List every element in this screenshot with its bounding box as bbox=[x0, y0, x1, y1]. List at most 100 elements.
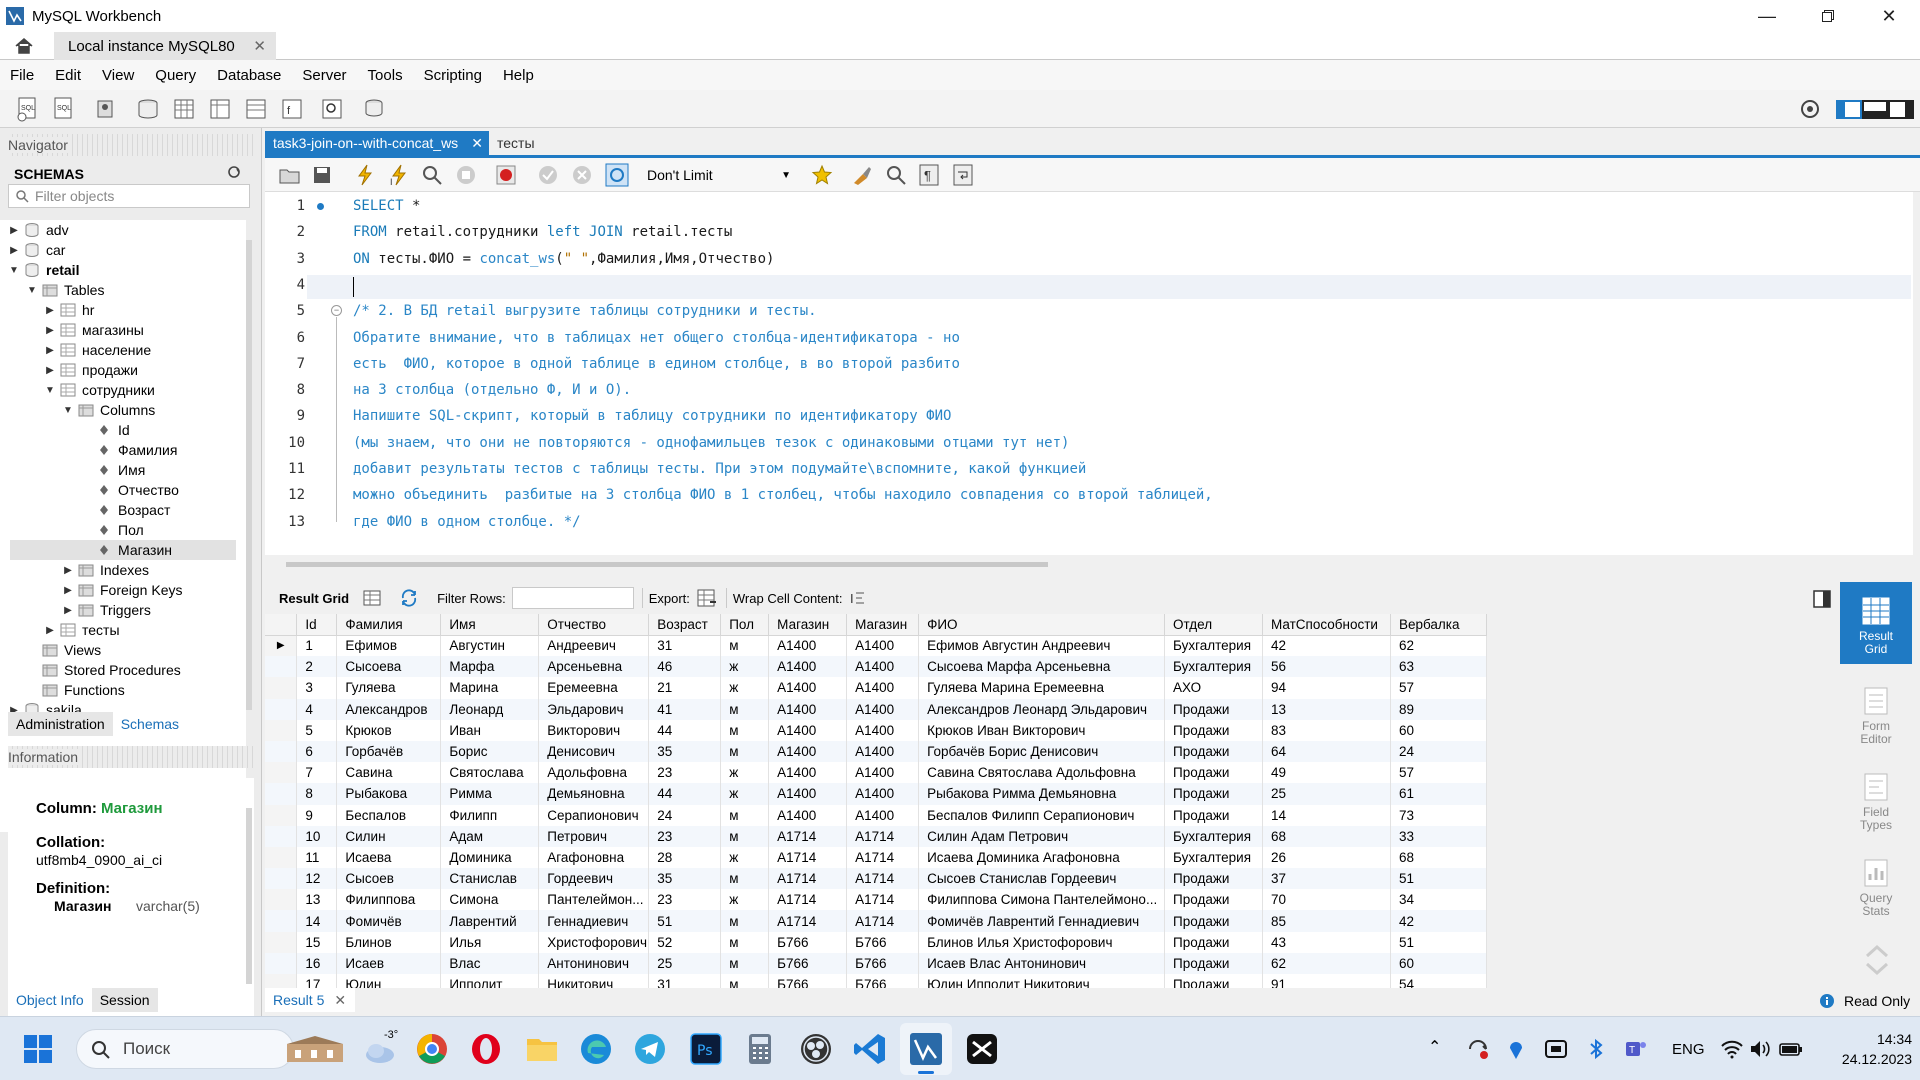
table-cell[interactable]: 6 bbox=[296, 740, 338, 763]
execute-current-icon[interactable]: I bbox=[389, 164, 409, 186]
commit-icon[interactable] bbox=[537, 164, 559, 186]
table-cell[interactable]: 34 bbox=[1390, 889, 1487, 911]
taskbar-search-box[interactable]: Поиск bbox=[76, 1029, 343, 1069]
table-cell[interactable]: Б766 bbox=[846, 931, 920, 953]
table-cell[interactable]: Продажи bbox=[1164, 740, 1264, 763]
toggle-result-panel-icon[interactable] bbox=[1813, 590, 1831, 608]
table-cell[interactable]: 54 bbox=[1390, 974, 1487, 988]
table-cell[interactable]: Беспалов Филипп Серапионович bbox=[918, 804, 1166, 826]
filter-objects-input[interactable]: Filter objects bbox=[8, 184, 250, 208]
collapsed-arrow-icon[interactable]: ▶ bbox=[44, 325, 56, 336]
table-cell[interactable]: 21 bbox=[648, 677, 722, 699]
show-hidden-icons-chevron[interactable]: ⌃ bbox=[1428, 1037, 1441, 1057]
table-cell[interactable]: ж bbox=[720, 677, 770, 699]
new-sql-tab-button[interactable]: SQL bbox=[14, 95, 42, 123]
row-header-cell[interactable] bbox=[265, 910, 298, 932]
tree-node-table[interactable]: ▶ население bbox=[44, 340, 151, 360]
table-cell[interactable]: A1400 bbox=[768, 698, 848, 720]
table-cell[interactable]: Сысоева bbox=[336, 656, 442, 678]
row-header-cell[interactable] bbox=[265, 931, 298, 953]
table-cell[interactable]: A1714 bbox=[768, 868, 848, 890]
table-cell[interactable]: 61 bbox=[1390, 783, 1487, 805]
table-cell[interactable]: 43 bbox=[1262, 931, 1391, 953]
table-cell[interactable]: Святослава bbox=[440, 762, 540, 784]
table-cell[interactable]: Серапионович bbox=[538, 804, 650, 826]
table-cell[interactable]: АХО bbox=[1164, 677, 1264, 699]
table-row[interactable]: 6 Горбачёв Борис Денисович 35 м A1400 A1400 Горб… bbox=[265, 740, 1487, 763]
table-cell[interactable]: Ефимов Августин Андреевич bbox=[918, 635, 1166, 657]
table-cell[interactable]: Никитович bbox=[538, 974, 650, 988]
table-cell[interactable]: Ефимов bbox=[336, 635, 442, 657]
table-row[interactable]: 12 Сысоев Станислав Гордеевич 35 м A1714 A1714 С… bbox=[265, 868, 1487, 890]
sql-editor[interactable]: 1 SELECT * 2 FROM retail.сотрудники left JO… bbox=[265, 192, 1913, 555]
table-cell[interactable]: Крюков Иван Викторович bbox=[918, 719, 1166, 741]
collapsed-arrow-icon[interactable]: ▶ bbox=[44, 345, 56, 356]
table-cell[interactable]: ж bbox=[720, 846, 770, 869]
table-cell[interactable]: Марина bbox=[440, 677, 540, 699]
table-cell[interactable]: Продажи bbox=[1164, 974, 1264, 988]
tree-node-column[interactable]: Возраст bbox=[80, 500, 170, 520]
result-grid-side-button[interactable]: Result Grid bbox=[1840, 582, 1912, 664]
table-cell[interactable]: 51 bbox=[1390, 931, 1487, 953]
table-cell[interactable]: A1400 bbox=[768, 740, 848, 763]
tree-node-folder[interactable]: ▼ Tables bbox=[26, 280, 104, 300]
table-cell[interactable]: Юдин Ипполит Никитович bbox=[918, 974, 1166, 988]
table-cell[interactable]: Рыбакова bbox=[336, 783, 442, 805]
table-cell[interactable]: 44 bbox=[648, 719, 722, 741]
table-cell[interactable]: 70 bbox=[1262, 889, 1391, 911]
table-cell[interactable]: Сысоев bbox=[336, 868, 442, 890]
menu-view[interactable]: View bbox=[102, 67, 134, 84]
table-cell[interactable]: 60 bbox=[1390, 719, 1487, 741]
table-cell[interactable]: 37 bbox=[1262, 868, 1391, 890]
table-cell[interactable]: Продажи bbox=[1164, 804, 1264, 826]
chevron-scroll-icon[interactable] bbox=[1864, 942, 1890, 978]
tree-node-schema[interactable]: ▶ adv bbox=[8, 220, 68, 240]
table-cell[interactable]: A1400 bbox=[846, 698, 920, 720]
table-cell[interactable]: Блинов Илья Христофорович bbox=[918, 931, 1166, 953]
table-row[interactable]: 17 Юдин Ипполит Никитович 31 м Б766 Б766 Юдин Ип… bbox=[265, 974, 1487, 988]
code-line[interactable]: /* 2. В БД retail выгрузите таблицы сотр… bbox=[353, 303, 817, 319]
minimize-button[interactable]: — bbox=[1744, 0, 1790, 32]
table-cell[interactable]: 3 bbox=[296, 677, 338, 699]
tab-object-info[interactable]: Object Info bbox=[8, 988, 92, 1012]
screen-capture-icon[interactable] bbox=[1544, 1037, 1568, 1061]
fold-toggle-icon[interactable]: − bbox=[331, 305, 342, 317]
autocommit-icon[interactable] bbox=[605, 163, 629, 187]
form-editor-side-button[interactable]: Form Editor bbox=[1840, 672, 1912, 754]
current-row-arrow-icon[interactable]: ▶ bbox=[265, 635, 298, 657]
column-header[interactable]: Отдел bbox=[1164, 614, 1264, 636]
table-cell[interactable]: A1400 bbox=[846, 804, 920, 826]
row-header-cell[interactable] bbox=[265, 783, 298, 805]
tree-node-column[interactable]: Отчество bbox=[80, 480, 179, 500]
wifi-icon[interactable] bbox=[1720, 1037, 1744, 1061]
table-cell[interactable]: 14 bbox=[296, 910, 338, 932]
table-cell[interactable]: 89 bbox=[1390, 698, 1487, 720]
table-cell[interactable]: 23 bbox=[648, 762, 722, 784]
table-cell[interactable]: Денисович bbox=[538, 740, 650, 763]
table-cell[interactable]: 33 bbox=[1390, 825, 1487, 847]
table-cell[interactable]: Савина bbox=[336, 762, 442, 784]
table-cell[interactable]: ж bbox=[720, 656, 770, 678]
tree-node-column[interactable]: Пол bbox=[80, 520, 144, 540]
table-cell[interactable]: 23 bbox=[648, 889, 722, 911]
create-view-button[interactable] bbox=[206, 95, 234, 123]
table-cell[interactable]: 11 bbox=[296, 846, 338, 869]
tree-node-column[interactable]: Фамилия bbox=[80, 440, 177, 460]
table-cell[interactable]: Силин Адам Петрович bbox=[918, 825, 1166, 847]
table-cell[interactable]: Б766 bbox=[768, 952, 848, 974]
tree-node-folder[interactable]: Stored Procedures bbox=[26, 660, 181, 680]
table-cell[interactable]: A1400 bbox=[768, 804, 848, 826]
table-cell[interactable]: Продажи bbox=[1164, 889, 1264, 911]
close-result-tab-icon[interactable]: ✕ bbox=[334, 992, 346, 1009]
table-cell[interactable]: A1714 bbox=[846, 910, 920, 932]
column-header[interactable]: Имя bbox=[440, 614, 540, 636]
tree-node-folder[interactable]: Functions bbox=[26, 680, 125, 700]
location-pin-icon[interactable] bbox=[1508, 1037, 1524, 1061]
table-cell[interactable]: Горбачёв bbox=[336, 740, 442, 763]
table-row[interactable]: 8 Рыбакова Римма Демьяновна 44 ж A1400 A1400 Рыб… bbox=[265, 783, 1487, 805]
menu-query[interactable]: Query bbox=[155, 67, 196, 84]
table-cell[interactable]: Продажи bbox=[1164, 783, 1264, 805]
table-cell[interactable]: A1400 bbox=[768, 656, 848, 678]
table-cell[interactable]: 25 bbox=[648, 952, 722, 974]
table-cell[interactable]: Фомичёв Лаврентий Геннадиевич bbox=[918, 910, 1166, 932]
